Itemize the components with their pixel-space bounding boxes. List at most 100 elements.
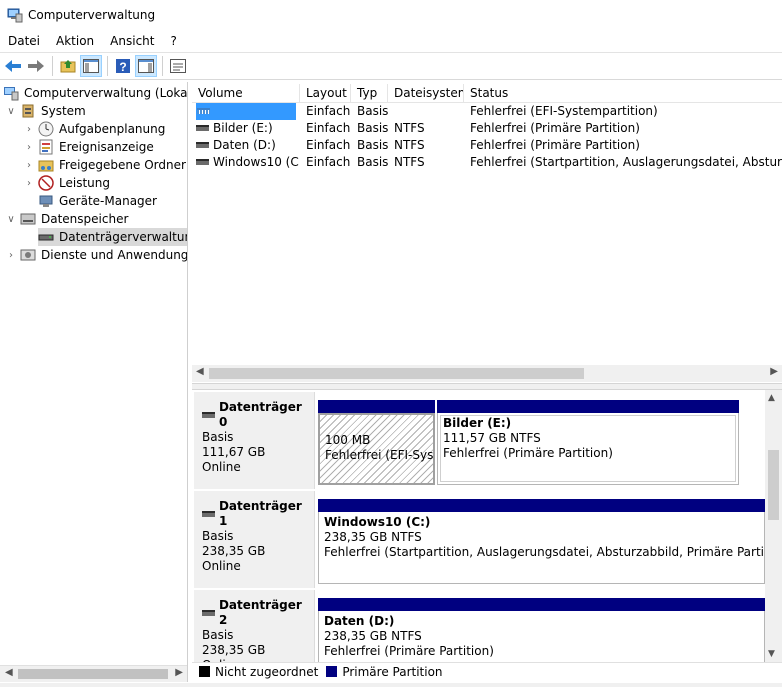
tree-label-ereignisanzeige: Ereignisanzeige: [59, 140, 154, 154]
volume-row[interactable]: Daten (D:) Einfach Basis NTFS Fehlerfrei…: [192, 137, 782, 154]
chevron-right-icon[interactable]: ›: [24, 124, 34, 135]
forward-button[interactable]: [25, 55, 47, 77]
disk-icon: [202, 412, 215, 418]
partition-bilder[interactable]: Bilder (E:) 111,57 GB NTFS Fehlerfrei (P…: [437, 400, 739, 485]
scrollbar-thumb[interactable]: [18, 669, 168, 679]
volume-typ: Basis: [357, 104, 388, 118]
toolbar-separator: [162, 56, 163, 76]
tree-label-aufgabenplanung: Aufgabenplanung: [59, 122, 166, 136]
navigation-tree: Computerverwaltung (Lokal) ∨ System › Au…: [0, 82, 188, 682]
tree-label-datenspeicher: Datenspeicher: [41, 212, 129, 226]
panel-button[interactable]: [135, 55, 157, 77]
disk-name: Datenträger 1: [218, 499, 302, 528]
tree-item-root[interactable]: Computerverwaltung (Lokal): [3, 84, 188, 102]
column-header-typ[interactable]: Typ: [351, 84, 388, 103]
chevron-right-icon[interactable]: ›: [24, 142, 34, 153]
menu-bar: Datei Aktion Ansicht ?: [0, 31, 782, 51]
tree-label-datentraegerverwaltung: Datenträgerverwaltung: [59, 230, 188, 244]
scroll-up-icon[interactable]: ▲: [768, 393, 775, 403]
disk-1-label[interactable]: Datenträger 1 Basis 238,35 GB Online: [194, 491, 315, 588]
scrollbar-thumb[interactable]: [768, 450, 779, 520]
tree-item-datenspeicher[interactable]: ∨ Datenspeicher: [6, 210, 128, 228]
volume-row[interactable]: Bilder (E:) Einfach Basis NTFS Fehlerfre…: [192, 120, 782, 137]
scroll-right-icon[interactable]: ▶: [175, 667, 183, 678]
volume-filesystem: [388, 103, 464, 120]
scroll-left-icon[interactable]: ◀: [196, 366, 204, 377]
volume-filesystem: NTFS: [394, 155, 425, 169]
disk-management-pane: Volume Layout Typ Dateisystem Status Ein…: [192, 82, 782, 687]
disk-management-icon: [38, 234, 54, 241]
scroll-down-icon[interactable]: ▼: [768, 649, 775, 659]
volume-row[interactable]: Einfach Basis Fehlerfrei (EFI-Systempart…: [192, 103, 782, 120]
disk-icon: [202, 511, 215, 517]
tree-item-dienste[interactable]: › Dienste und Anwendungen: [6, 246, 187, 264]
services-icon: [20, 249, 36, 261]
chevron-right-icon[interactable]: ›: [24, 178, 34, 189]
tree-label-leistung: Leistung: [59, 176, 110, 190]
tree-item-system[interactable]: ∨ System: [6, 102, 85, 120]
left-horizontal-scrollbar[interactable]: ◀ ▶: [0, 665, 187, 682]
menu-datei[interactable]: Datei: [0, 31, 48, 51]
partition-bar: [318, 400, 435, 413]
column-header-dateisystem[interactable]: Dateisystem: [388, 84, 464, 103]
toolbar-separator: [107, 56, 108, 76]
tree-label-freigegebene-ordner: Freigegebene Ordner: [59, 158, 186, 172]
chevron-right-icon[interactable]: ›: [6, 250, 16, 261]
volume-icon: [196, 124, 209, 131]
menu-aktion[interactable]: Aktion: [48, 31, 102, 51]
disk-name: Datenträger 2: [218, 598, 302, 627]
volume-typ: Basis: [357, 138, 388, 152]
menu-help[interactable]: ?: [162, 31, 184, 51]
back-button[interactable]: [2, 55, 24, 77]
disk-2-label[interactable]: Datenträger 2 Basis 238,35 GB Online: [194, 590, 315, 662]
column-header-layout[interactable]: Layout: [300, 84, 351, 103]
tree-item-geraete-manager[interactable]: Geräte-Manager: [38, 192, 157, 210]
partition-windows10[interactable]: Windows10 (C:) 238,35 GB NTFS Fehlerfrei…: [318, 499, 765, 584]
volume-icon: [196, 141, 209, 148]
legend-label-primary: Primäre Partition: [342, 664, 443, 679]
volume-status: Fehlerfrei (Primäre Partition): [470, 138, 640, 152]
graph-vertical-scrollbar[interactable]: ▲ ▼: [765, 390, 782, 662]
show-hide-tree-button[interactable]: [80, 55, 102, 77]
tree-label-root: Computerverwaltung (Lokal): [24, 86, 188, 100]
scroll-right-icon[interactable]: ▶: [770, 366, 778, 377]
scroll-left-icon[interactable]: ◀: [5, 667, 13, 678]
partition-bar: [318, 499, 765, 512]
disk-state: Online: [202, 559, 241, 573]
partition-size: 111,57 GB NTFS: [443, 431, 541, 445]
chevron-down-icon[interactable]: ∨: [6, 106, 16, 117]
column-header-status[interactable]: Status: [464, 84, 782, 103]
volume-typ: Basis: [357, 155, 388, 169]
column-header-volume[interactable]: Volume: [192, 84, 300, 103]
volume-icon: [196, 158, 209, 165]
volume-name: Windows10 (C:): [213, 155, 300, 169]
disk-type: Basis: [202, 628, 234, 642]
up-folder-button[interactable]: [57, 55, 79, 77]
partition-bar: [318, 598, 765, 611]
tree-item-aufgabenplanung[interactable]: › Aufgabenplanung: [24, 120, 165, 138]
tree-item-datentraegerverwaltung[interactable]: Datenträgerverwaltung: [38, 228, 188, 246]
scrollbar-thumb[interactable]: [209, 368, 584, 379]
toolbar-separator: [52, 56, 53, 76]
tree-item-freigegebene-ordner[interactable]: › Freigegebene Ordner: [24, 156, 186, 174]
partition-status: Fehlerfrei (Primäre Partition): [443, 446, 613, 460]
volume-row[interactable]: Windows10 (C:) Einfach Basis NTFS Fehler…: [192, 154, 782, 171]
partition-title: Windows10 (C:): [324, 515, 431, 529]
window-title: Computerverwaltung: [28, 8, 156, 22]
chevron-down-icon[interactable]: ∨: [6, 214, 16, 225]
pane-splitter[interactable]: [192, 383, 782, 390]
menu-ansicht[interactable]: Ansicht: [102, 31, 162, 51]
tree-item-ereignisanzeige[interactable]: › Ereignisanzeige: [24, 138, 154, 156]
tree-item-leistung[interactable]: › Leistung: [24, 174, 110, 192]
partition-efi[interactable]: 100 MB Fehlerfrei (EFI-Syste: [318, 400, 435, 485]
show-hide-tree-icon: [83, 59, 99, 73]
disk-name: Datenträger 0: [218, 400, 302, 429]
partition-daten[interactable]: Daten (D:) 238,35 GB NTFS Fehlerfrei (Pr…: [318, 598, 765, 662]
partition-size: 238,35 GB NTFS: [324, 629, 422, 643]
disk-0-label[interactable]: Datenträger 0 Basis 111,67 GB Online: [194, 392, 315, 489]
chevron-right-icon[interactable]: ›: [24, 160, 34, 171]
volume-list-horizontal-scrollbar[interactable]: ◀ ▶: [192, 365, 782, 382]
properties-button[interactable]: [167, 55, 189, 77]
disk-graphical-view: Datenträger 0 Basis 111,67 GB Online 100…: [192, 390, 782, 662]
help-button[interactable]: ?: [112, 55, 134, 77]
